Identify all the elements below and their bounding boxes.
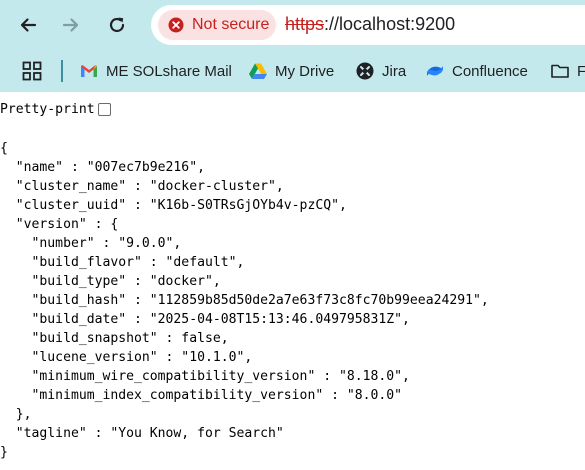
gmail-icon <box>81 65 97 77</box>
google-drive-icon <box>249 63 267 79</box>
warning-icon <box>168 17 184 33</box>
bookmark-my-drive[interactable]: My Drive <box>248 59 334 83</box>
json-line: "build_type" : "docker", <box>0 274 221 289</box>
json-line: "build_date" : "2025-04-08T15:13:46.0497… <box>0 312 410 327</box>
bookmark-folder[interactable]: F <box>550 59 585 83</box>
json-line: }, <box>0 407 32 422</box>
url-scheme: https <box>285 14 325 34</box>
url-host: ://localhost:9200 <box>324 14 456 34</box>
arrow-right-icon <box>62 18 79 32</box>
json-line: "version" : { <box>0 217 119 232</box>
back-button[interactable] <box>15 12 41 38</box>
pretty-print-label: Pretty-print <box>0 101 95 117</box>
json-line: "tagline" : "You Know, for Search" <box>0 426 284 441</box>
bookmark-divider <box>61 60 63 82</box>
bookmark-confluence[interactable]: Confluence <box>425 59 528 83</box>
page-content: Pretty-print { "name" : "007ec7b9e216", … <box>0 92 585 470</box>
jira-icon <box>356 62 374 80</box>
bookmark-label: F <box>577 62 585 80</box>
json-line: "build_hash" : "112859b85d50de2a7e63f73c… <box>0 293 489 308</box>
json-line: { <box>0 141 8 156</box>
bookmark-label: ME SOLshare Mail <box>106 62 232 80</box>
pretty-print-toggle[interactable]: Pretty-print <box>0 100 111 118</box>
arrow-left-icon <box>20 18 37 32</box>
bookmark-me-solshare-mail[interactable]: ME SOLshare Mail <box>79 59 232 83</box>
json-line: "cluster_uuid" : "K16b-S0TRsGjOYb4v-pzCQ… <box>0 198 347 213</box>
reload-icon <box>109 17 125 33</box>
reload-button[interactable] <box>104 12 130 38</box>
pretty-print-checkbox[interactable] <box>97 102 111 116</box>
bookmark-label: Confluence <box>452 62 528 80</box>
folder-icon <box>551 64 569 78</box>
json-line: } <box>0 445 8 460</box>
json-line: "cluster_name" : "docker-cluster", <box>0 179 284 194</box>
json-line: "number" : "9.0.0", <box>0 236 182 251</box>
bookmark-jira[interactable]: Jira <box>355 59 406 83</box>
bookmark-label: My Drive <box>275 62 335 80</box>
json-line: "build_flavor" : "default", <box>0 255 245 270</box>
forward-button[interactable] <box>58 12 84 38</box>
json-line: "lucene_version" : "10.1.0", <box>0 350 253 365</box>
apps-grid-icon[interactable] <box>22 61 42 81</box>
confluence-icon <box>427 66 443 76</box>
bookmark-label: Jira <box>382 62 407 80</box>
address-bar[interactable]: Not secure https://localhost:9200 <box>151 5 585 45</box>
json-line: "name" : "007ec7b9e216", <box>0 160 205 175</box>
url-text[interactable]: https://localhost:9200 <box>285 14 455 35</box>
security-chip[interactable]: Not secure <box>158 10 276 40</box>
security-label: Not secure <box>192 16 270 33</box>
json-line: "minimum_wire_compatibility_version" : "… <box>0 369 410 384</box>
json-line: "build_snapshot" : false, <box>0 331 229 346</box>
json-response: { "name" : "007ec7b9e216", "cluster_name… <box>0 139 489 462</box>
json-line: "minimum_index_compatibility_version" : … <box>0 388 403 403</box>
browser-chrome: Not secure https://localhost:9200 ME SOL… <box>0 0 585 92</box>
